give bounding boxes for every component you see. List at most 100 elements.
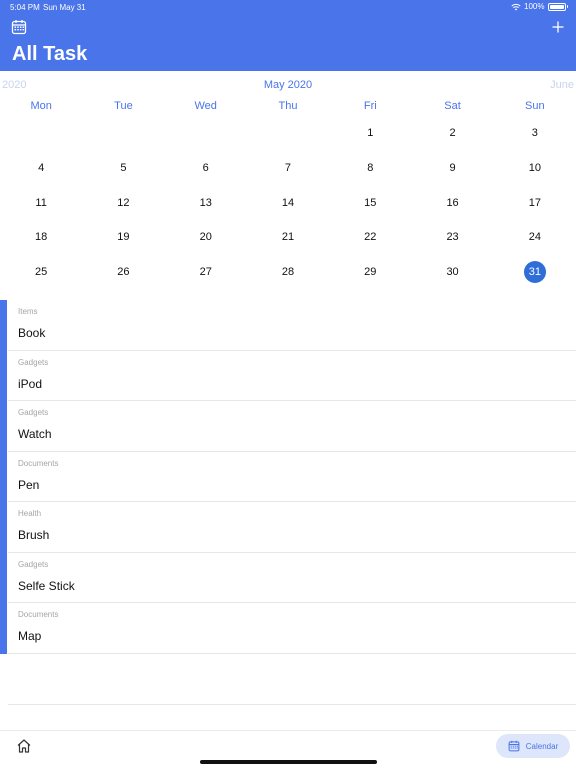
calendar-day-number: 9 [449,162,456,175]
task-row[interactable]: Health Brush [8,502,576,553]
task-name: Pen [18,477,40,492]
task-row[interactable]: Documents Pen [8,452,576,502]
calendar-day[interactable]: 29 [329,255,411,290]
calendar-day-empty [82,116,164,151]
task-name: Brush [18,528,50,542]
calendar-day[interactable]: 10 [494,151,576,186]
battery-cap [566,5,568,8]
calendar-day-number: 10 [528,162,541,175]
calendar-day[interactable]: 13 [165,185,247,220]
task-name: Selfe Stick [18,578,75,593]
status-indicators: 100% [511,2,568,11]
task-category: Gadgets [18,408,49,417]
calendar-day[interactable]: 8 [329,151,411,186]
calendar-day[interactable]: 24 [494,220,576,255]
calendar-day-number: 21 [281,231,295,244]
task-category: Gadgets [18,357,49,367]
calendar-day[interactable]: 28 [247,255,329,290]
task-name: Book [18,326,46,340]
status-time: 5:04 PM [10,3,40,12]
calendar-day[interactable]: 21 [247,220,329,255]
calendar-day[interactable]: 9 [411,151,493,186]
task-row[interactable]: Items Book [8,300,576,351]
calendar-day[interactable]: 16 [411,185,493,220]
calendar-day-number: 17 [528,196,541,209]
calendar-day[interactable]: 1 [329,116,411,151]
calendar-day[interactable]: 25 [0,255,82,290]
weekday-label: Thu [278,100,298,112]
task-list-accent [0,300,7,654]
calendar-day-number: 18 [35,231,48,244]
calendar-day-number: 13 [199,196,212,209]
calendar-day[interactable]: 11 [0,185,82,220]
calendar-day[interactable]: 15 [329,185,411,220]
task-row[interactable]: Documents Map [8,603,576,654]
calendar-day[interactable]: 18 [0,220,82,255]
task-name: Watch [18,427,52,441]
calendar-icon[interactable] [11,19,27,35]
calendar-day-number: 3 [531,127,538,140]
calendar-day-number: 1 [367,127,374,140]
calendar-day-number: 19 [117,231,130,244]
weekday-label: Tue [114,100,133,112]
tab-calendar[interactable]: Calendar [496,734,570,758]
weekday-label: Sun [525,100,545,112]
weekday-label: Wed [194,100,217,112]
task-row[interactable]: Gadgets iPod [8,351,576,401]
calendar-day[interactable]: 19 [82,220,164,255]
calendar-day[interactable]: 30 [411,255,493,290]
calendar-day[interactable]: 4 [0,151,82,186]
calendar-day[interactable]: 2 [411,116,493,151]
calendar-day[interactable]: 26 [82,255,164,290]
calendar-day[interactable]: 3 [494,116,576,151]
calendar-day[interactable]: 12 [82,185,164,220]
weekday-header: Mon Tue Wed Thu Fri Sat Sun [0,100,576,112]
calendar-day[interactable]: 6 [165,151,247,186]
task-name: iPod [18,376,43,391]
current-month-label: May 2020 [263,79,313,91]
task-name: Map [18,629,42,643]
calendar-day-empty [247,116,329,151]
calendar-day[interactable]: 23 [411,220,493,255]
task-row[interactable]: Gadgets Watch [8,401,576,452]
calendar-day-number: 25 [35,266,48,279]
calendar-day-number: 16 [446,196,459,209]
calendar-day-number: 24 [528,231,541,244]
task-list: Items Book Gadgets iPod Gadgets Watch Document… [0,300,576,654]
task-category: Health [18,509,42,518]
wifi-icon [511,3,521,10]
calendar-day[interactable]: 22 [329,220,411,255]
task-category: Gadgets [18,559,49,569]
page-title: All Task [12,43,88,65]
calendar-day-number: 5 [120,162,127,175]
task-row[interactable]: Gadgets Selfe Stick [8,553,576,603]
calendar-day[interactable]: 27 [165,255,247,290]
calendar-day[interactable]: 5 [82,151,164,186]
calendar-day-number: 7 [284,162,292,175]
calendar-day-number: 23 [446,231,459,244]
calendar-day-empty [165,116,247,151]
tab-calendar-label: Calendar [525,741,559,751]
add-task-button[interactable] [552,18,564,36]
weekday-label: Mon [30,100,52,112]
home-icon[interactable] [16,738,32,754]
weekday-label: Sat [444,100,461,112]
calendar-day[interactable]: 20 [165,220,247,255]
calendar-day-number: 15 [364,196,377,209]
calendar-day[interactable]: 17 [494,185,576,220]
home-indicator [200,760,377,764]
battery-icon [547,2,566,11]
month-row: 2020 May 2020 June [0,79,576,93]
calendar-day[interactable]: 7 [247,151,329,186]
task-category: Documents [18,458,59,468]
calendar-day-number: 14 [281,196,295,209]
calendar-day-number: 31 [523,261,546,284]
calendar-day-number: 30 [446,266,459,279]
calendar-day[interactable]: 14 [247,185,329,220]
status-date: Sun May 31 [43,3,86,12]
calendar-day-number: 29 [364,266,377,279]
next-month-label[interactable]: June [550,79,574,91]
calendar-day-number: 6 [202,162,209,175]
calendar-day[interactable]: 31 [494,255,576,290]
calendar-day-number: 2 [449,127,456,140]
